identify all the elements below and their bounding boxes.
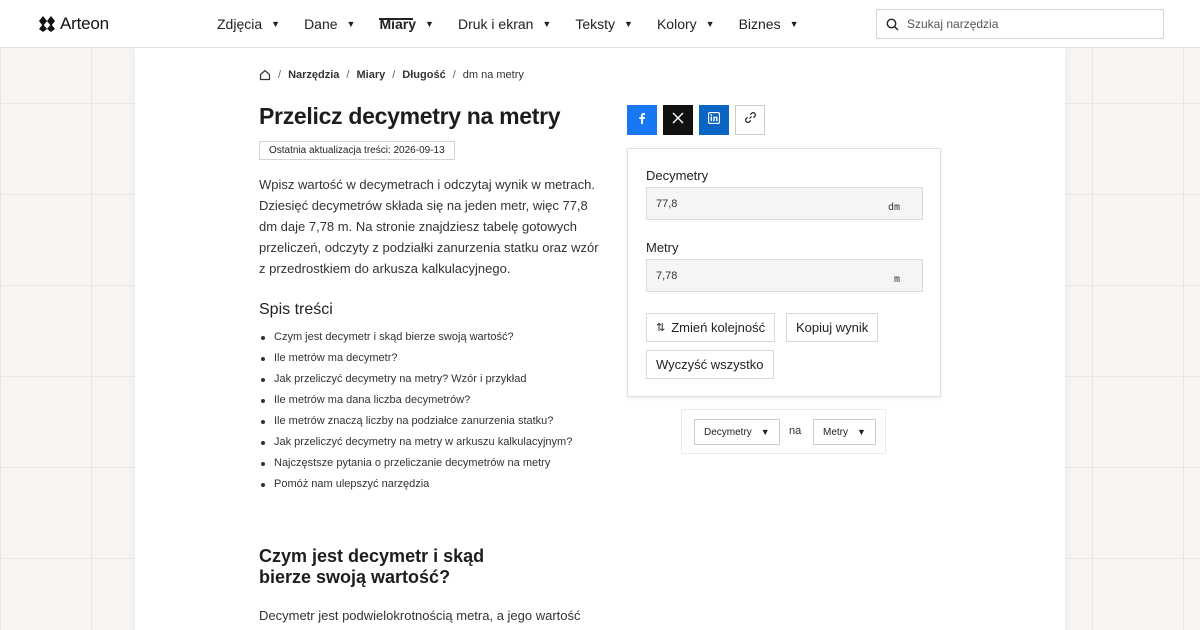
nav-item-kolory[interactable]: Kolory ▼: [657, 0, 715, 48]
caret-down-icon: ▼: [789, 19, 799, 29]
brand-logo[interactable]: Arteon: [39, 14, 109, 34]
breadcrumb-separator: /: [346, 69, 350, 81]
toc-item[interactable]: Jak przeliczyć decymetry na metry? Wzór …: [260, 369, 572, 390]
share-buttons: [627, 105, 765, 135]
share-facebook-button[interactable]: [627, 105, 657, 135]
toc-item[interactable]: Czym jest decymetr i skąd bierze swoją w…: [260, 327, 572, 348]
nav-item-label: Biznes: [738, 16, 781, 32]
copy-result-label: Kopiuj wynik: [796, 320, 869, 335]
toc-item[interactable]: Ile metrów ma dana liczba decymetrów?: [260, 390, 572, 411]
caret-down-icon: ▼: [705, 19, 715, 29]
caret-down-icon: ▼: [425, 19, 434, 29]
nav-item-teksty[interactable]: Teksty ▼: [575, 0, 633, 48]
to-unit-select[interactable]: Metry ▼: [813, 419, 876, 445]
breadcrumb-separator: /: [452, 69, 456, 81]
breadcrumb-item-dlugosc[interactable]: Długość: [402, 69, 445, 81]
toc-item[interactable]: Pomóż nam ulepszyć narzędzia: [260, 474, 572, 495]
swap-button-label: Zmień kolejność: [671, 320, 766, 335]
section-paragraph: Decymetr jest podwielokrotnością metra, …: [259, 608, 581, 623]
nav-item-label: Miary: [379, 16, 417, 32]
linkedin-icon: [707, 111, 721, 129]
top-navigation-bar: Arteon Zdjęcia ▼ Dane ▼ Miary ▼ Druk i e…: [0, 0, 1200, 48]
copy-result-button[interactable]: Kopiuj wynik: [786, 313, 879, 342]
nav-item-label: Teksty: [575, 16, 616, 32]
x-icon: [672, 111, 684, 129]
section-heading: Czym jest decymetr i skąd bierze swoją w…: [259, 546, 485, 587]
intro-paragraph: Wpisz wartość w decymetrach i odczytaj w…: [259, 177, 599, 276]
clear-all-label: Wyczyść wszystko: [656, 357, 764, 372]
brand-logo-icon: [39, 16, 55, 32]
decimeters-value: 77,8: [656, 198, 678, 210]
nav-item-label: Zdjęcia: [217, 16, 263, 32]
nav-item-biznes[interactable]: Biznes ▼: [739, 0, 799, 48]
decimeters-input[interactable]: 77,8 dm: [646, 187, 923, 220]
breadcrumb-separator: /: [392, 69, 396, 81]
page-title: Przelicz decymetry na metry: [259, 103, 561, 129]
search-icon[interactable]: [877, 10, 907, 38]
breadcrumb: / Narzędzia / Miary / Długość / dm na me…: [259, 69, 524, 81]
caret-down-icon: ▼: [346, 19, 356, 29]
caret-down-icon: ▼: [857, 427, 866, 437]
share-linkedin-button[interactable]: [699, 105, 729, 135]
to-field-label: Metry: [646, 240, 679, 255]
share-x-button[interactable]: [663, 105, 693, 135]
toc-item[interactable]: Najczęstsze pytania o przeliczanie decym…: [260, 453, 572, 474]
nav-item-zdjecia[interactable]: Zdjęcia ▼: [217, 0, 280, 48]
from-unit-value: Decymetry: [704, 426, 752, 438]
toc-item[interactable]: Ile metrów ma decymetr?: [260, 348, 572, 369]
search-input[interactable]: [907, 17, 1147, 31]
nav-item-miary[interactable]: Miary ▼: [379, 0, 434, 48]
nav-item-label: Kolory: [656, 16, 697, 32]
nav-item-druk-i-ekran[interactable]: Druk i ekran ▼: [458, 0, 551, 48]
from-field-label: Decymetry: [646, 168, 709, 183]
breadcrumb-item-miary[interactable]: Miary: [356, 69, 385, 81]
toc-item[interactable]: Jak przeliczyć decymetry na metry w arku…: [260, 432, 572, 453]
breadcrumb-item-narzedzia[interactable]: Narzędzia: [288, 69, 339, 81]
meters-value: 7,78: [656, 270, 678, 282]
meters-input[interactable]: 7,78 m: [646, 259, 923, 292]
breadcrumb-current: dm na metry: [462, 69, 524, 81]
unit-connector: na: [789, 425, 802, 437]
swap-button[interactable]: ⇅ Zmień kolejność: [646, 313, 776, 342]
from-unit-select[interactable]: Decymetry ▼: [694, 419, 780, 445]
unit-converter: Decymetry 77,8 dm Metry 7,78 m ⇅ Zmień k…: [627, 148, 941, 397]
brand-name: Arteon: [60, 14, 109, 33]
caret-down-icon: ▼: [624, 19, 633, 29]
decimeters-unit: dm: [887, 202, 900, 213]
nav-item-label: Dane: [304, 16, 338, 32]
caret-down-icon: ▼: [542, 19, 552, 29]
caret-down-icon: ▼: [760, 427, 770, 437]
meters-unit: m: [893, 274, 900, 285]
nav-item-label: Druk i ekran: [457, 16, 534, 32]
home-icon[interactable]: [259, 69, 271, 81]
toc-item[interactable]: Ile metrów znaczą liczby na podziałce za…: [260, 411, 572, 432]
copy-link-button[interactable]: [735, 105, 765, 135]
search-box: [876, 9, 1164, 39]
caret-down-icon: ▼: [271, 19, 281, 29]
swap-arrows-icon: ⇅: [656, 322, 666, 334]
link-icon: [744, 111, 757, 129]
last-updated-badge: Ostatnia aktualizacja treści: 2026-09-13: [259, 141, 455, 160]
main-nav: Zdjęcia ▼ Dane ▼ Miary ▼ Druk i ekran ▼ …: [217, 0, 823, 48]
facebook-icon: [636, 111, 648, 129]
clear-all-button[interactable]: Wyczyść wszystko: [646, 350, 774, 379]
nav-item-dane[interactable]: Dane ▼: [304, 0, 355, 48]
breadcrumb-separator: /: [278, 69, 282, 81]
unit-selector: Decymetry ▼ na Metry ▼: [681, 409, 886, 454]
to-unit-value: Metry: [823, 426, 848, 438]
table-of-contents: Czym jest decymetr i skąd bierze swoją w…: [260, 327, 572, 495]
toc-title: Spis treści: [259, 301, 333, 318]
